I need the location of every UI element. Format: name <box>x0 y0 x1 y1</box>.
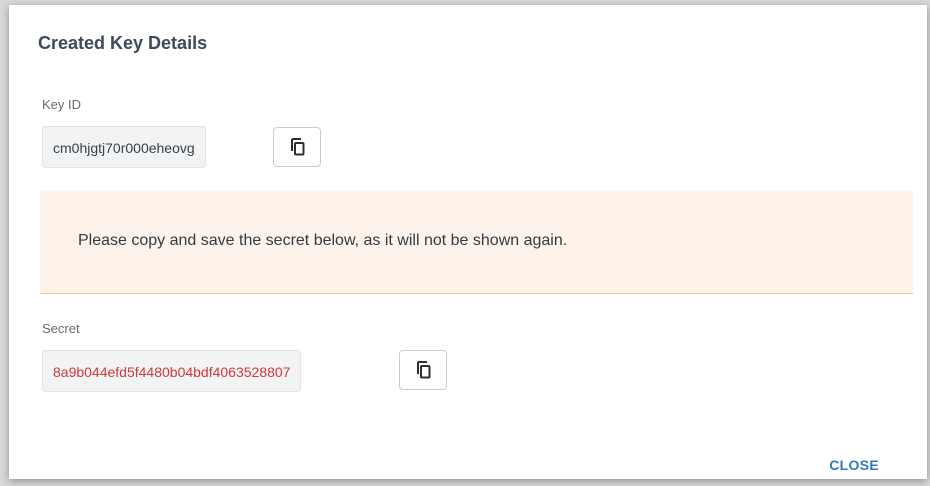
close-button[interactable]: CLOSE <box>829 457 879 473</box>
copy-icon <box>415 361 431 379</box>
dialog-title: Created Key Details <box>38 33 208 53</box>
copy-key-id-button[interactable] <box>273 127 321 167</box>
key-id-label: Key ID <box>42 97 82 112</box>
warning-banner: Please copy and save the secret below, a… <box>40 190 913 294</box>
copy-secret-button[interactable] <box>399 350 447 390</box>
created-key-dialog: Created Key Details Key ID cm0hjgtj70r00… <box>9 5 927 479</box>
copy-icon <box>289 138 305 156</box>
secret-value[interactable]: 8a9b044efd5f4480b04bdf4063528807 <box>42 350 302 392</box>
key-id-value[interactable]: cm0hjgtj70r000eheovg <box>42 126 206 168</box>
warning-text: Please copy and save the secret below, a… <box>78 232 568 249</box>
secret-label: Secret <box>42 321 80 336</box>
